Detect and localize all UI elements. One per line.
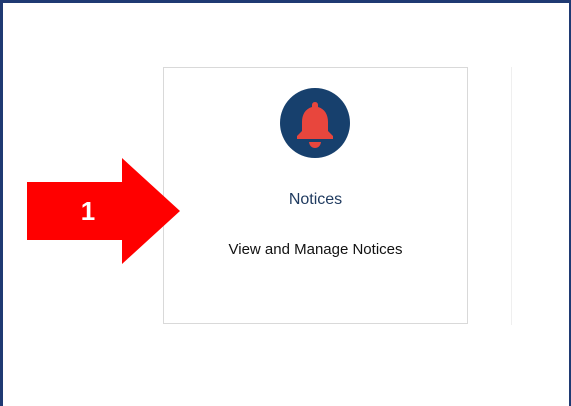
card-title: Notices bbox=[288, 191, 343, 208]
panel-divider bbox=[511, 67, 512, 325]
callout-arrow bbox=[27, 158, 180, 264]
card-description: View and Manage Notices bbox=[228, 241, 403, 258]
notices-icon-badge bbox=[280, 88, 350, 158]
step-number: 1 bbox=[80, 196, 96, 226]
bell-icon bbox=[297, 102, 333, 148]
notices-card[interactable]: Notices View and Manage Notices bbox=[163, 67, 468, 324]
screenshot-frame: Notices View and Manage Notices 1 bbox=[0, 0, 571, 406]
